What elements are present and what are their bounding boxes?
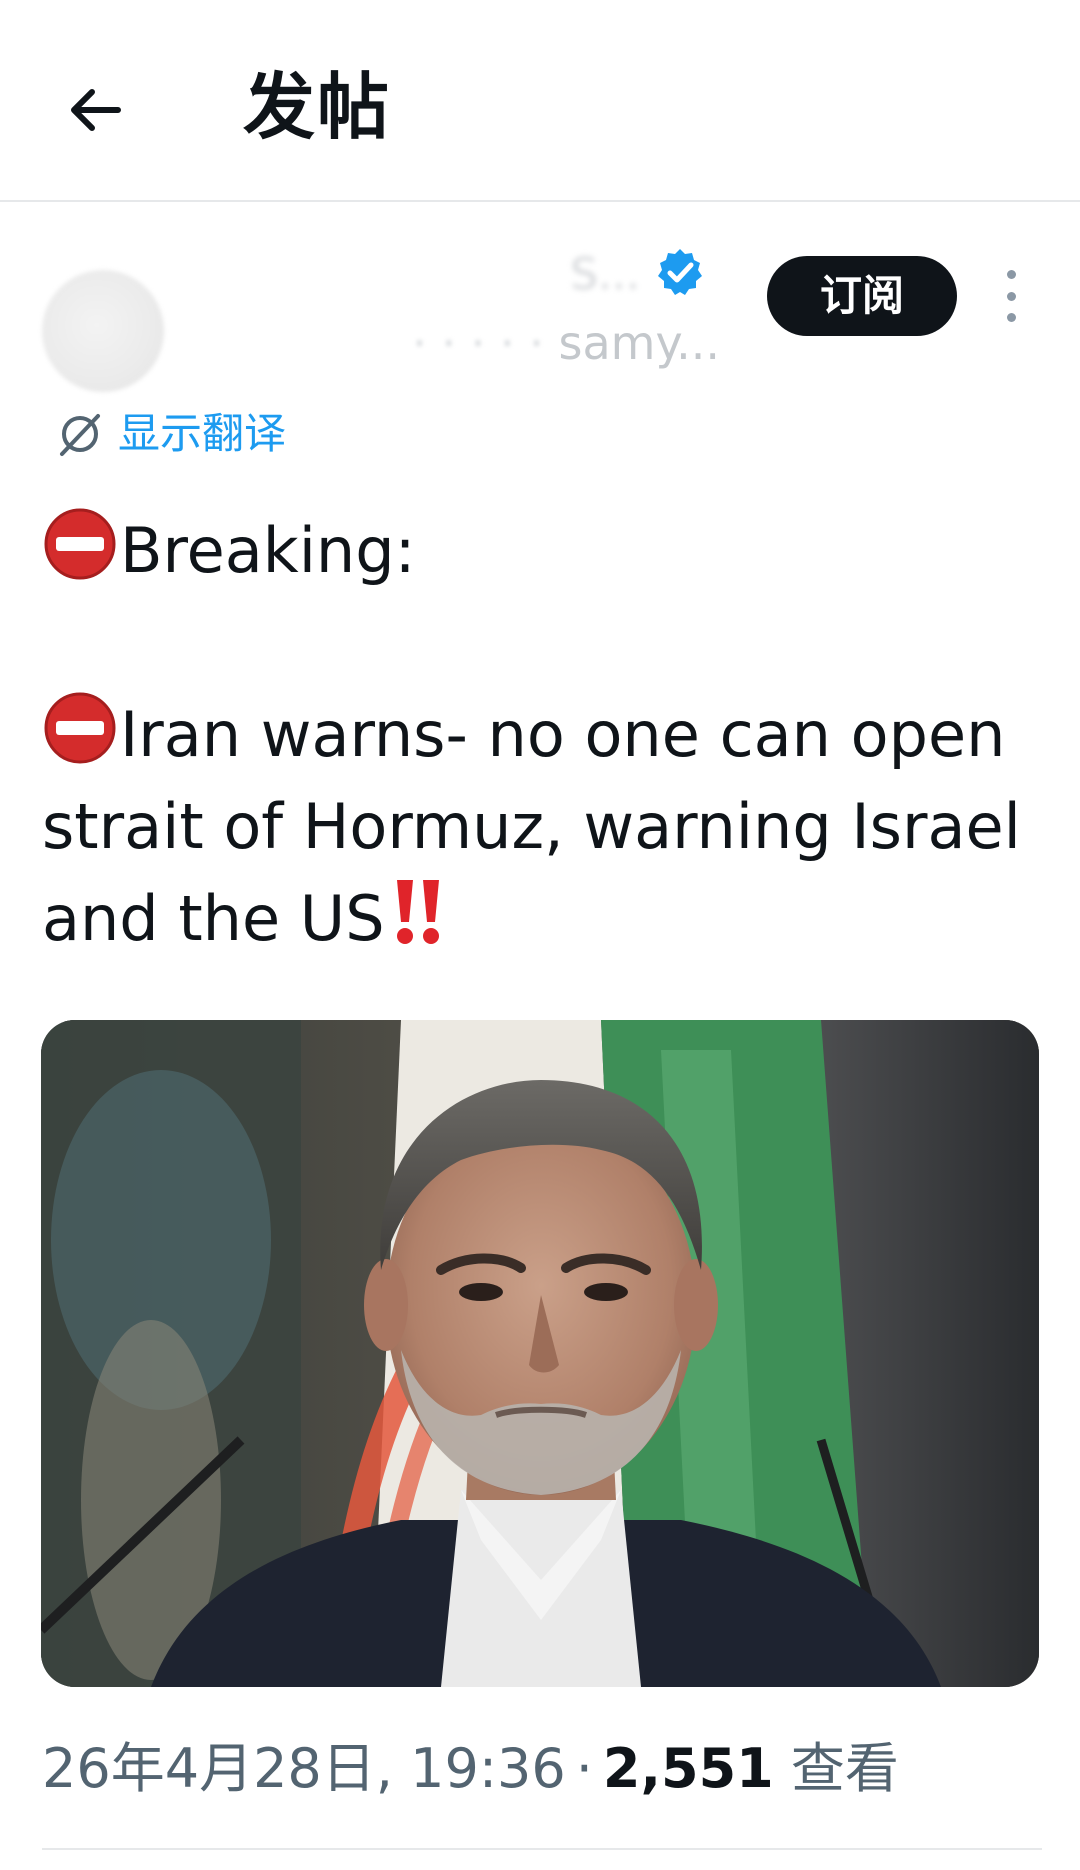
ellipsis-dot — [1006, 313, 1016, 322]
arrow-left-icon — [71, 89, 121, 131]
author-handle-text: samy... — [558, 316, 721, 370]
author-handle[interactable]: · · · · · samy... — [250, 316, 720, 370]
back-button[interactable] — [62, 78, 126, 142]
divider — [42, 1848, 1042, 1850]
tweet-text: Breaking: Iran warns- no one can open st… — [42, 505, 1042, 965]
ellipsis-dot — [1006, 291, 1016, 301]
views-label: 查看 — [790, 1737, 899, 1800]
show-translation-link[interactable]: 显示翻译 — [56, 404, 286, 464]
tweet-photo[interactable] — [41, 1020, 1039, 1687]
subscribe-button[interactable]: 订阅 — [767, 256, 957, 336]
tweet-line-body: Iran warns- no one can open strait of Ho… — [42, 689, 1042, 965]
top-bar: 发帖 — [0, 0, 1080, 202]
tweet-body-text: Iran warns- no one can open strait of Ho… — [42, 698, 1021, 955]
more-options-button[interactable] — [996, 270, 1026, 322]
tweet-timestamp[interactable]: 26年4月28日, 19:36 — [42, 1737, 566, 1800]
page-title: 发帖 — [243, 65, 392, 149]
verified-badge-icon — [658, 249, 702, 295]
avatar[interactable] — [42, 270, 164, 392]
man-in-dark-suit-in-front-of-flag-photo — [41, 1020, 1039, 1687]
views-count[interactable]: 2,551 — [603, 1737, 774, 1800]
tweet-meta: 26年4月28日, 19:36 · 2,551 查看 — [42, 1734, 899, 1804]
tweet-line-breaking: Breaking: — [42, 505, 1042, 597]
show-translation-label: 显示翻译 — [118, 409, 287, 458]
vertical-ellipsis-icon — [1006, 270, 1016, 279]
meta-separator: · — [575, 1737, 593, 1800]
translate-icon — [60, 414, 100, 456]
no-entry-emoji — [44, 508, 116, 580]
double-exclamation-emoji — [396, 880, 439, 944]
no-entry-emoji — [44, 692, 116, 764]
tweet-breaking-text: Breaking: — [120, 514, 416, 587]
author-display-name[interactable]: S... — [200, 250, 640, 300]
